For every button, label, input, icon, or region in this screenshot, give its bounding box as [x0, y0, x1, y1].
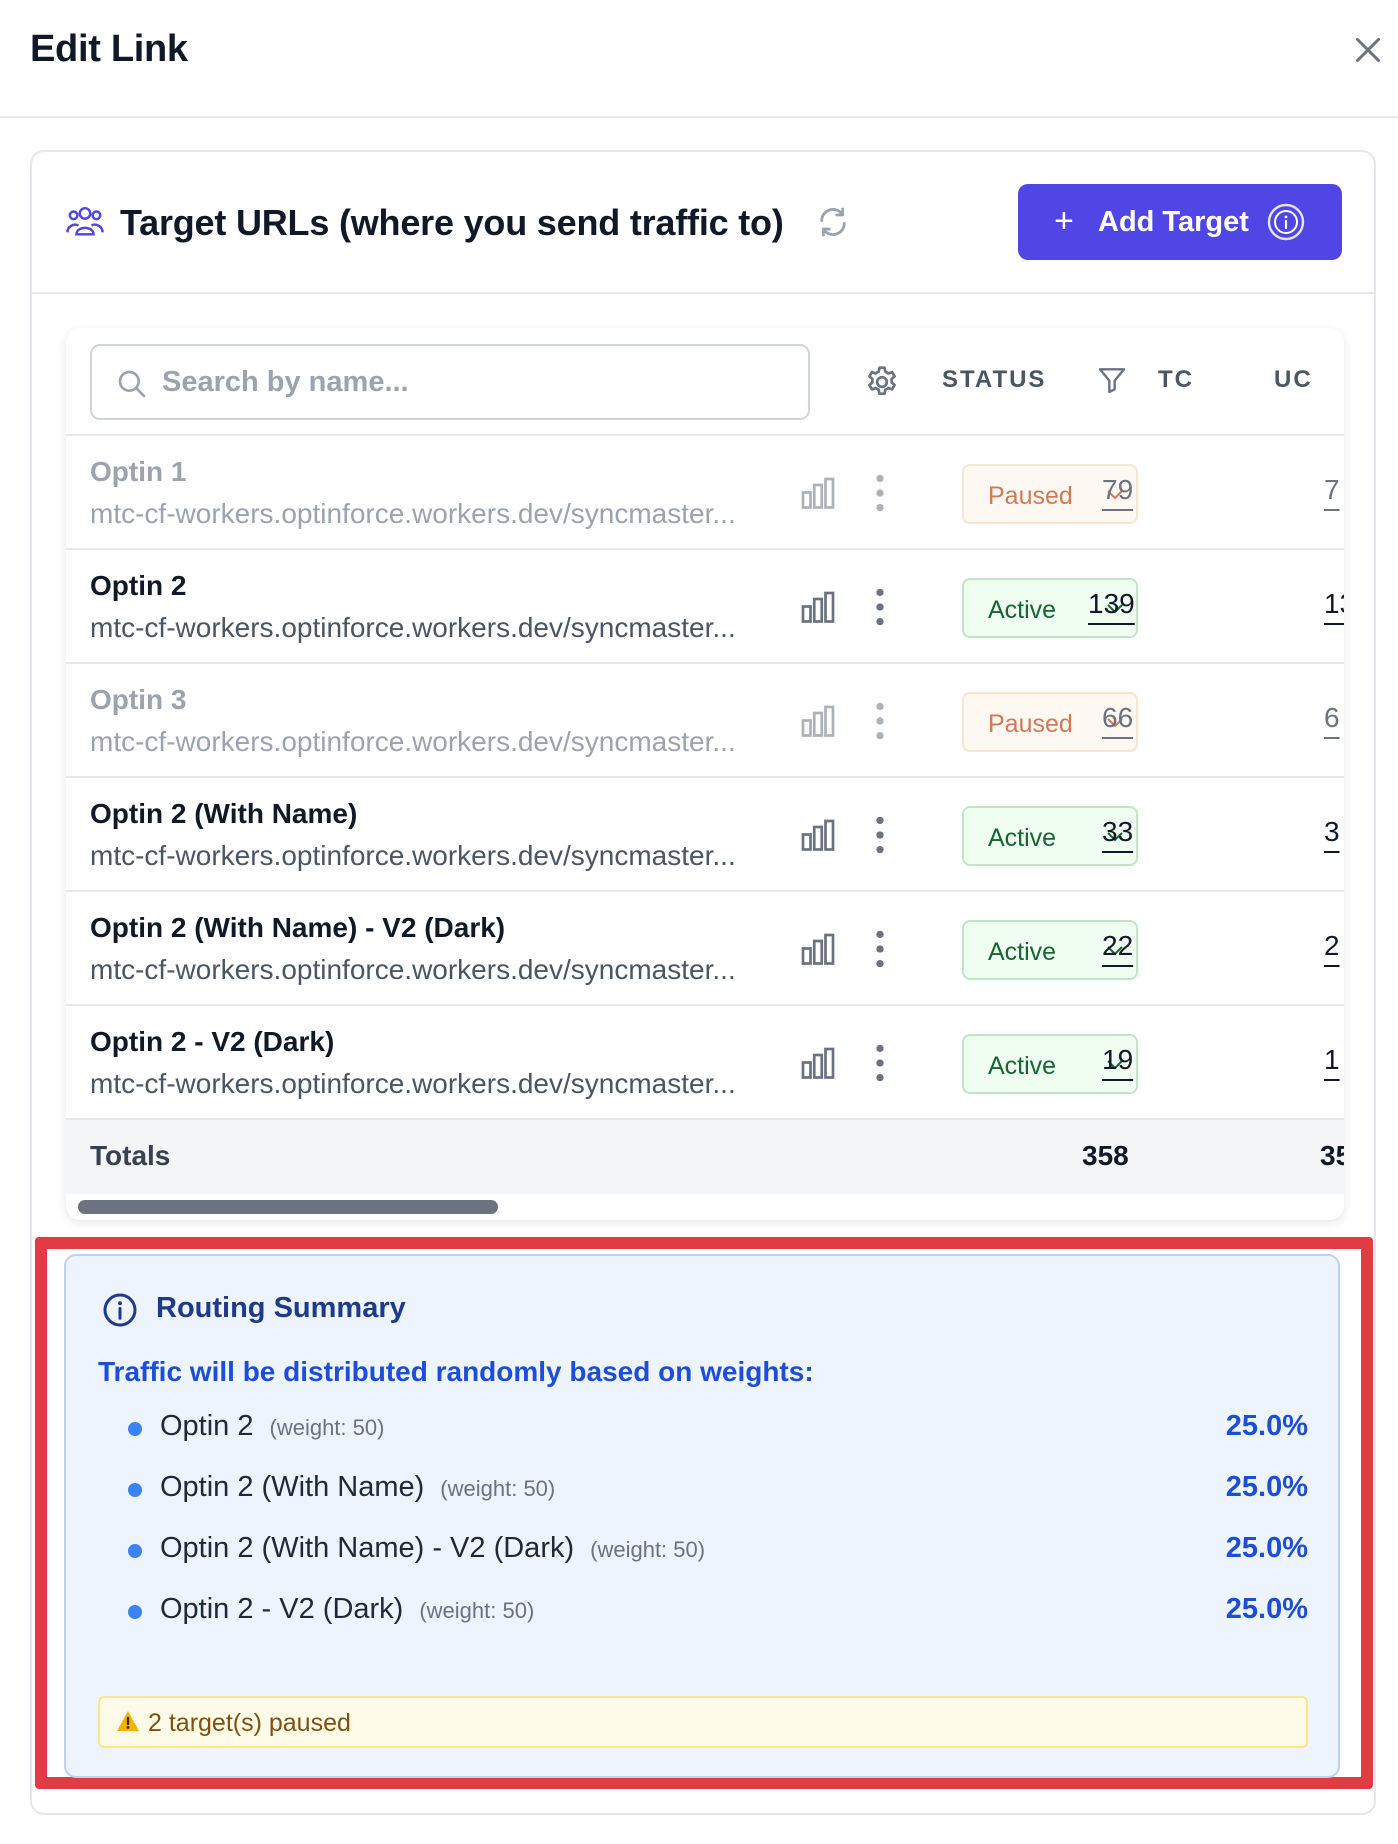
target-name: Optin 1	[90, 456, 187, 487]
table-header: STATUS TC UC	[66, 328, 1344, 436]
uc-value[interactable]: 13	[1324, 588, 1344, 620]
bar-chart-icon[interactable]	[800, 932, 836, 968]
search-box[interactable]	[90, 344, 810, 420]
routing-summary: Routing Summary Traffic will be distribu…	[64, 1254, 1340, 1778]
routing-summary-description: Traffic will be distributed randomly bas…	[98, 1356, 814, 1387]
uc-value[interactable]: 7	[1324, 474, 1340, 506]
tc-value[interactable]: 19	[1102, 1044, 1133, 1076]
target-url: mtc-cf-workers.optinforce.workers.dev/sy…	[90, 840, 736, 871]
column-header-status[interactable]: STATUS	[942, 366, 1046, 394]
bullet-dot	[128, 1605, 142, 1619]
uc-value[interactable]: 6	[1324, 702, 1340, 734]
search-icon	[118, 370, 146, 398]
tc-value[interactable]: 33	[1102, 816, 1133, 848]
summary-item-percent: 25.0%	[1225, 1532, 1308, 1564]
bar-chart-icon[interactable]	[800, 704, 836, 740]
target-name: Optin 2 - V2 (Dark)	[90, 1026, 335, 1057]
info-icon[interactable]	[1266, 202, 1306, 242]
table-row: Optin 2 - V2 (Dark) mtc-cf-workers.optin…	[66, 1006, 1344, 1120]
target-name: Optin 2	[90, 570, 187, 601]
card-header: Target URLs (where you send traffic to) …	[32, 152, 1374, 294]
list-item: Optin 2 (With Name) (weight: 50) 25.0%	[128, 1469, 1308, 1509]
targets-table: STATUS TC UC Optin 1 mtc-cf-workers.opti…	[66, 328, 1344, 1220]
column-header-tc[interactable]: TC	[1158, 366, 1194, 394]
summary-item-percent: 25.0%	[1225, 1410, 1308, 1442]
add-target-label: Add Target	[1098, 206, 1249, 238]
status-value: Paused	[988, 710, 1073, 738]
list-item: Optin 2 (With Name) - V2 (Dark) (weight: …	[128, 1530, 1308, 1570]
status-value: Active	[988, 1052, 1057, 1080]
summary-item-label: Optin 2 (weight: 50)	[160, 1410, 385, 1442]
paused-warning: 2 target(s) paused	[98, 1696, 1308, 1748]
more-options-icon[interactable]	[874, 930, 886, 968]
info-icon	[103, 1293, 137, 1327]
target-name: Optin 2 (With Name)	[90, 798, 358, 829]
list-item: Optin 2 - V2 (Dark) (weight: 50) 25.0%	[128, 1591, 1308, 1631]
bar-chart-icon[interactable]	[800, 590, 836, 626]
summary-item-percent: 25.0%	[1225, 1471, 1308, 1503]
status-value: Active	[988, 596, 1057, 624]
target-name: Optin 2 (With Name) - V2 (Dark)	[90, 912, 506, 943]
bullet-dot	[128, 1544, 142, 1558]
add-target-button[interactable]: + Add Target	[1018, 184, 1342, 260]
more-options-icon[interactable]	[874, 702, 886, 740]
totals-uc: 35	[1320, 1140, 1344, 1171]
modal-title: Edit Link	[30, 28, 188, 70]
warning-icon	[117, 1711, 139, 1731]
target-url: mtc-cf-workers.optinforce.workers.dev/sy…	[90, 1068, 736, 1099]
modal-header: Edit Link	[0, 0, 1398, 118]
status-value: Active	[988, 824, 1057, 852]
bullet-dot	[128, 1422, 142, 1436]
users-icon	[66, 206, 104, 236]
tc-value[interactable]: 139	[1088, 588, 1135, 620]
card-title: Target URLs (where you send traffic to)	[120, 202, 784, 243]
tc-value[interactable]: 79	[1102, 474, 1133, 506]
horizontal-scrollbar[interactable]	[78, 1200, 498, 1214]
status-value: Paused	[988, 482, 1073, 510]
column-header-uc[interactable]: UC	[1274, 366, 1313, 394]
summary-item-label: Optin 2 - V2 (Dark) (weight: 50)	[160, 1593, 535, 1625]
totals-tc: 358	[1082, 1140, 1129, 1171]
tc-value[interactable]: 66	[1102, 702, 1133, 734]
more-options-icon[interactable]	[874, 474, 886, 512]
status-value: Active	[988, 938, 1057, 966]
more-options-icon[interactable]	[874, 588, 886, 626]
bar-chart-icon[interactable]	[800, 818, 836, 854]
gear-icon[interactable]	[864, 364, 900, 400]
bar-chart-icon[interactable]	[800, 1046, 836, 1082]
more-options-icon[interactable]	[874, 816, 886, 854]
close-icon[interactable]	[1350, 32, 1386, 68]
target-url: mtc-cf-workers.optinforce.workers.dev/sy…	[90, 498, 736, 529]
table-row: Optin 2 mtc-cf-workers.optinforce.worker…	[66, 550, 1344, 664]
uc-value[interactable]: 2	[1324, 930, 1340, 962]
refresh-icon[interactable]	[816, 205, 850, 239]
target-name: Optin 3	[90, 684, 187, 715]
list-item: Optin 2 (weight: 50) 25.0%	[128, 1408, 1308, 1448]
search-input[interactable]	[162, 360, 782, 404]
table-row: Optin 1 mtc-cf-workers.optinforce.worker…	[66, 436, 1344, 550]
bullet-dot	[128, 1483, 142, 1497]
routing-summary-title: Routing Summary	[156, 1292, 406, 1324]
filter-icon[interactable]	[1096, 364, 1128, 396]
summary-item-label: Optin 2 (With Name) - V2 (Dark) (weight: …	[160, 1532, 706, 1564]
target-url: mtc-cf-workers.optinforce.workers.dev/sy…	[90, 726, 736, 757]
uc-value[interactable]: 1	[1324, 1044, 1340, 1076]
bar-chart-icon[interactable]	[800, 476, 836, 512]
totals-row: Totals 358 35	[66, 1120, 1344, 1194]
table-row: Optin 2 (With Name) mtc-cf-workers.optin…	[66, 778, 1344, 892]
summary-item-label: Optin 2 (With Name) (weight: 50)	[160, 1471, 556, 1503]
table-row: Optin 2 (With Name) - V2 (Dark) mtc-cf-w…	[66, 892, 1344, 1006]
plus-icon: +	[1054, 202, 1074, 240]
target-url: mtc-cf-workers.optinforce.workers.dev/sy…	[90, 954, 736, 985]
totals-label: Totals	[90, 1140, 171, 1171]
table-row: Optin 3 mtc-cf-workers.optinforce.worker…	[66, 664, 1344, 778]
summary-item-percent: 25.0%	[1225, 1593, 1308, 1625]
uc-value[interactable]: 3	[1324, 816, 1340, 848]
target-url: mtc-cf-workers.optinforce.workers.dev/sy…	[90, 612, 736, 643]
more-options-icon[interactable]	[874, 1044, 886, 1082]
tc-value[interactable]: 22	[1102, 930, 1133, 962]
warning-text: 2 target(s) paused	[148, 1709, 351, 1737]
